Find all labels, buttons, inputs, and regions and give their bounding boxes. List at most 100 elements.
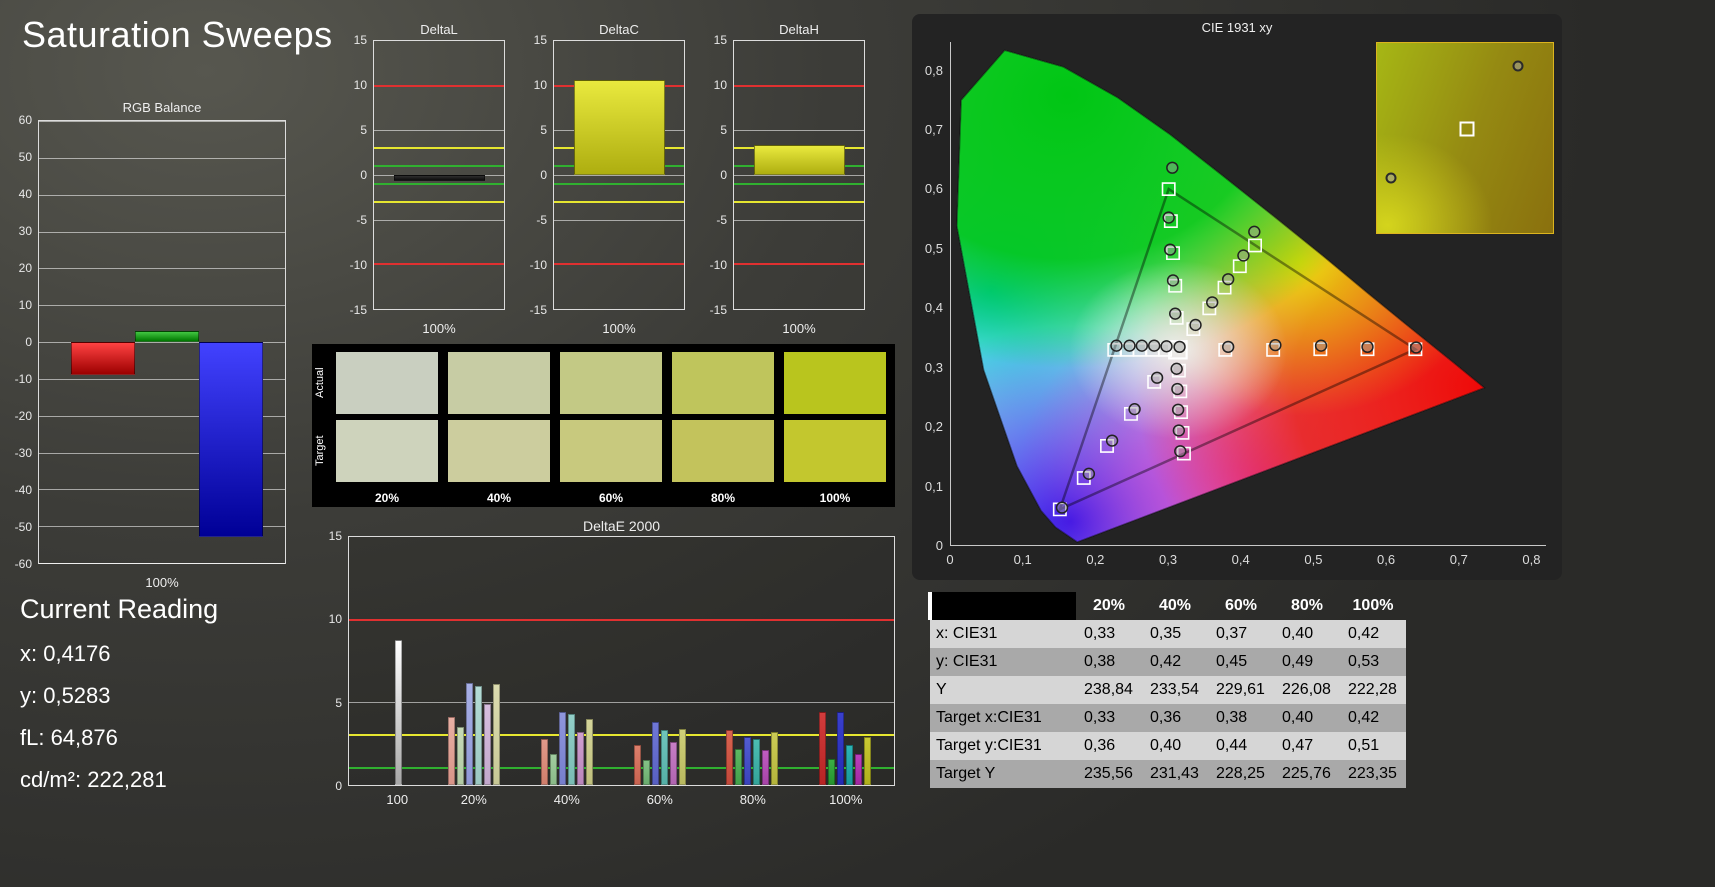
gridline [554,219,684,221]
target-swatch [336,420,438,482]
delta-plot-area [553,40,685,310]
inset-measured-marker [1512,60,1524,72]
rgb-balance-title: RGB Balance [122,100,202,115]
table-cell: 0,42 [1340,620,1406,648]
table-cell: 238,84 [1076,676,1142,704]
rgb-balance-y-axis: 60 50 40 30 20 10 0 -10 -20 -30 -40 -50 -60 [4,113,36,571]
measured-marker [1057,502,1068,513]
x-tick-label: 0,8 [1522,552,1541,567]
delta-chart-title: DeltaL [420,22,458,37]
y-tick-label: 5 [335,695,342,710]
table-cell: 0,33 [1076,620,1142,648]
red-bar [70,342,135,376]
gridline [374,130,504,132]
measured-marker [1111,340,1122,351]
measured-marker [1316,340,1327,351]
y-tick-label: -10 [349,258,367,272]
gridline [554,175,684,176]
x-tick-label: 0,4 [1231,552,1250,567]
y-tick-label: 0,6 [924,181,943,197]
y-tick-label: 0,5 [924,240,943,256]
cie-x-axis: 0 0,1 0,2 0,3 0,4 0,5 0,6 0,7 0,8 [946,552,1546,568]
gridline [39,305,285,307]
current-reading-title: Current Reading [20,594,219,624]
page-title: Saturation Sweeps [22,14,333,55]
y-tick-label: -30 [14,446,32,460]
reference-line [734,263,864,266]
table-cell: 0,42 [1340,704,1406,732]
swatch-col-label: 60% [598,491,624,505]
target-swatch [560,420,662,482]
y-tick-label: 0,2 [924,419,943,435]
table-row-label: y: CIE31 [930,648,1076,676]
y-tick-label: 15 [328,529,342,543]
y-tick-label: -10 [529,258,547,272]
measured-marker [1161,341,1172,352]
reference-line [554,263,684,266]
delta-chart-title: DeltaC [599,22,639,37]
deltae-bar [559,712,566,785]
table-cell: 0,33 [1076,704,1142,732]
y-tick-label: 0 [540,168,547,182]
table-cell: 0,49 [1274,648,1340,676]
deltae-bar [475,685,483,785]
y-tick-label: 5 [360,122,367,137]
measured-marker [1165,244,1176,255]
gridline [39,121,285,122]
table-corner-cell [928,592,1076,620]
measured-marker [1174,341,1185,352]
swatch-col-label: 100% [819,491,851,505]
measured-marker [1172,384,1183,395]
delta-plot-area [373,40,505,310]
green-bar [134,330,199,342]
deltae-bar [541,738,548,785]
deltae-bar [678,728,686,785]
inset-target-marker [1459,121,1475,136]
rgb-balance-chart: RGB Balance 60 50 40 30 20 10 0 -10 -20 -30 -40 -50… [4,100,288,592]
blue-bar [198,342,263,538]
table-cell: 0,40 [1274,620,1340,648]
deltae-y-axis: 15 10 5 0 [320,529,346,793]
table-cell: 0,38 [1208,704,1274,732]
measured-marker [1362,341,1373,352]
reference-line [374,182,504,185]
table-cell: 222,28 [1340,676,1406,704]
table-header: 20% 40% 60% 80% 100% [928,592,1406,620]
gridline [374,219,504,221]
gridline [39,194,285,196]
x-tick-label: 0,7 [1449,552,1468,567]
y-tick-label: -60 [14,557,32,571]
reference-line [554,182,684,185]
deltae-bar [660,730,668,785]
deltae-bar [642,760,650,785]
x-tick-label: 80% [739,792,766,807]
x-tick-label: 40% [553,792,580,807]
reference-line [374,147,504,150]
actual-swatch [336,352,438,414]
deltae-bar [863,737,871,785]
table-cell: 225,76 [1274,760,1340,788]
deltae-bar [854,753,862,785]
measured-marker [1190,320,1201,331]
color-swatch-panel: Actual Target 20% 40% 60% 80% 100% [312,344,895,507]
reference-line [349,734,894,737]
table-row: y: CIE31 0,38 0,42 0,45 0,49 0,53 [930,648,1406,676]
table-cell: 0,36 [1142,704,1208,732]
y-tick-label: -10 [14,372,32,386]
reference-line [374,200,504,203]
measured-marker [1249,226,1260,237]
gridline [39,563,285,564]
x-tick-label: 60% [646,792,673,807]
x-tick-label: 0,3 [1159,552,1178,567]
delta-chart-title: DeltaH [779,22,819,37]
reading-x: x: 0,4176 [20,641,111,666]
y-tick-label: 0,8 [924,62,943,78]
x-tick-label: 0,1 [1013,552,1032,567]
delta-x-label: 100% [602,321,636,336]
deltae-x-axis: 100 20% 40% 60% 80% 100% [348,792,895,808]
table-cell: 0,42 [1142,648,1208,676]
cie-y-axis: 0 0,1 0,2 0,3 0,4 0,5 0,6 0,7 0,8 [914,42,947,553]
cie-title: CIE 1931 xy [1201,20,1273,35]
y-tick-label: 5 [720,122,727,137]
table-col-header: 60% [1224,597,1258,614]
